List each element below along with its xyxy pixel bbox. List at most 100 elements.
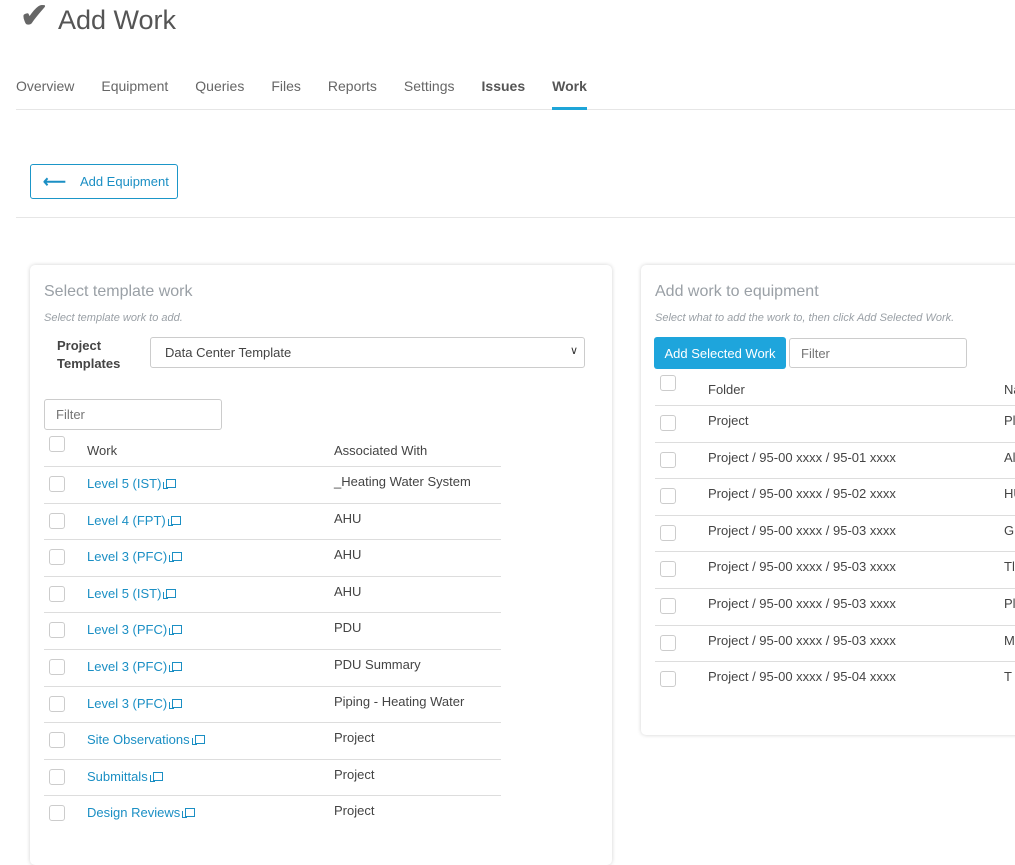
work-link[interactable]: Level 5 (IST) xyxy=(87,476,161,491)
panel-title: Select template work xyxy=(44,283,193,300)
tab-equipment[interactable]: Equipment xyxy=(101,70,168,110)
column-header-associated: Associated With xyxy=(334,443,428,458)
external-link-icon[interactable] xyxy=(169,698,183,709)
tab-issues[interactable]: Issues xyxy=(482,70,526,110)
tab-overview[interactable]: Overview xyxy=(16,70,74,110)
table-row: Design Reviews Project xyxy=(44,795,501,832)
work-link[interactable]: Level 3 (PFC) xyxy=(87,622,167,637)
tab-queries[interactable]: Queries xyxy=(195,70,244,110)
column-header-name: Na xyxy=(1004,382,1015,397)
external-link-icon[interactable] xyxy=(169,625,183,636)
tab-settings[interactable]: Settings xyxy=(404,70,455,110)
tab-files[interactable]: Files xyxy=(271,70,301,110)
table-row: Level 3 (PFC) AHU xyxy=(44,539,501,576)
external-link-icon[interactable] xyxy=(149,771,163,782)
add-equipment-back-button[interactable]: ⟵ Add Equipment xyxy=(30,164,178,199)
equipment-name: Pl xyxy=(1004,413,1015,428)
table-row: Level 3 (PFC) PDU Summary xyxy=(44,649,501,686)
row-checkbox[interactable] xyxy=(49,768,65,785)
table-row: Project / 95-00 xxxx / 95-01 xxxx Al xyxy=(655,441,1015,479)
arrow-left-icon: ⟵ xyxy=(43,173,66,191)
row-checkbox[interactable] xyxy=(660,488,676,505)
folder-path: Project / 95-00 xxxx / 95-03 xxxx xyxy=(708,632,896,648)
row-checkbox[interactable] xyxy=(660,598,676,614)
column-header-work: Work xyxy=(87,443,118,458)
back-button-label: Add Equipment xyxy=(79,174,169,189)
select-all-checkbox[interactable] xyxy=(49,436,65,452)
external-link-icon[interactable] xyxy=(169,662,183,672)
row-checkbox[interactable] xyxy=(660,671,676,688)
selected-template: Data Center Template xyxy=(165,345,292,360)
tab-work[interactable]: Work xyxy=(552,70,587,110)
work-link[interactable]: Level 5 (IST) xyxy=(87,586,161,601)
project-templates-label: Project Templates xyxy=(57,338,121,371)
equipment-name: Tl xyxy=(1004,559,1015,575)
row-checkbox[interactable] xyxy=(49,622,65,639)
table-row: Site Observations Project xyxy=(44,722,501,759)
tab-bar: Overview Equipment Queries Files Reports Sett… xyxy=(16,70,1015,110)
table-row: Project / 95-00 xxxx / 95-03 xxxx Pl xyxy=(655,588,1015,625)
work-link[interactable]: Submittals xyxy=(87,769,148,784)
template-work-panel: Select template work Select template wor… xyxy=(30,265,612,865)
panel-subtitle: Select what to add the work to, then cli… xyxy=(655,312,955,324)
row-checkbox[interactable] xyxy=(49,549,65,566)
row-checkbox[interactable] xyxy=(660,524,676,541)
equipment-filter-input[interactable] xyxy=(789,338,967,368)
associated-with: _Heating Water System xyxy=(334,474,471,489)
work-link[interactable]: Level 3 (PFC) xyxy=(87,549,167,564)
project-templates-select[interactable]: Data Center Template ∨ xyxy=(150,337,585,368)
select-all-checkbox[interactable] xyxy=(660,375,676,391)
equipment-name: T xyxy=(1004,669,1012,685)
page-title: Add Work xyxy=(58,4,177,35)
template-filter-input[interactable] xyxy=(44,399,222,430)
work-link[interactable]: Level 3 (PFC) xyxy=(87,659,167,674)
row-checkbox[interactable] xyxy=(660,415,676,431)
work-link[interactable]: Design Reviews xyxy=(87,805,180,820)
folder-path: Project xyxy=(708,413,749,428)
associated-with: Piping - Heating Water xyxy=(334,693,465,709)
table-row: Submittals Project xyxy=(44,758,501,796)
table-row: Project / 95-00 xxxx / 95-03 xxxx Tl xyxy=(655,551,1015,588)
associated-with: AHU xyxy=(334,583,362,599)
row-checkbox[interactable] xyxy=(49,695,65,712)
external-link-icon[interactable] xyxy=(191,735,205,746)
associated-with: PDU xyxy=(334,620,362,636)
row-checkbox[interactable] xyxy=(49,732,65,749)
row-checkbox[interactable] xyxy=(660,634,676,651)
folder-path: Project / 95-00 xxxx / 95-02 xxxx xyxy=(708,486,896,502)
panel-subtitle: Select template work to add. xyxy=(44,312,183,324)
divider xyxy=(16,217,1015,218)
row-checkbox[interactable] xyxy=(49,805,65,822)
row-checkbox[interactable] xyxy=(49,512,65,529)
table-row: Project / 95-00 xxxx / 95-04 xxxx T xyxy=(655,661,1015,698)
external-link-icon[interactable] xyxy=(182,808,196,819)
external-link-icon[interactable] xyxy=(163,479,177,489)
equipment-name: HU xyxy=(1004,486,1015,502)
equipment-name: G xyxy=(1004,522,1015,538)
row-checkbox[interactable] xyxy=(49,476,65,492)
associated-with: Project xyxy=(334,730,375,746)
work-link[interactable]: Level 4 (FPT) xyxy=(87,513,166,528)
external-link-icon[interactable] xyxy=(163,588,177,599)
folder-path: Project / 95-00 xxxx / 95-03 xxxx xyxy=(708,559,896,575)
table-row: Project / 95-00 xxxx / 95-03 xxxx M xyxy=(655,624,1015,662)
external-link-icon[interactable] xyxy=(167,515,181,526)
work-link[interactable]: Level 3 (PFC) xyxy=(87,696,167,711)
equipment-name: Pl xyxy=(1004,596,1015,611)
row-checkbox[interactable] xyxy=(49,585,65,602)
associated-with: PDU Summary xyxy=(334,657,421,672)
add-selected-work-button[interactable]: Add Selected Work xyxy=(654,337,786,369)
folder-path: Project / 95-00 xxxx / 95-01 xxxx xyxy=(708,449,896,465)
row-checkbox[interactable] xyxy=(660,451,676,468)
external-link-icon[interactable] xyxy=(169,552,183,563)
table-row: Project / 95-00 xxxx / 95-03 xxxx G xyxy=(655,514,1015,552)
associated-with: AHU xyxy=(334,547,362,563)
row-checkbox[interactable] xyxy=(49,659,65,675)
row-checkbox[interactable] xyxy=(660,561,676,578)
tab-reports[interactable]: Reports xyxy=(328,70,377,110)
folder-path: Project / 95-00 xxxx / 95-03 xxxx xyxy=(708,522,896,538)
work-link[interactable]: Site Observations xyxy=(87,732,190,747)
table-row: Level 3 (PFC) PDU xyxy=(44,612,501,649)
equipment-panel: Add work to equipment Select what to add… xyxy=(641,265,1015,735)
table-row: Level 4 (FPT) AHU xyxy=(44,502,501,540)
